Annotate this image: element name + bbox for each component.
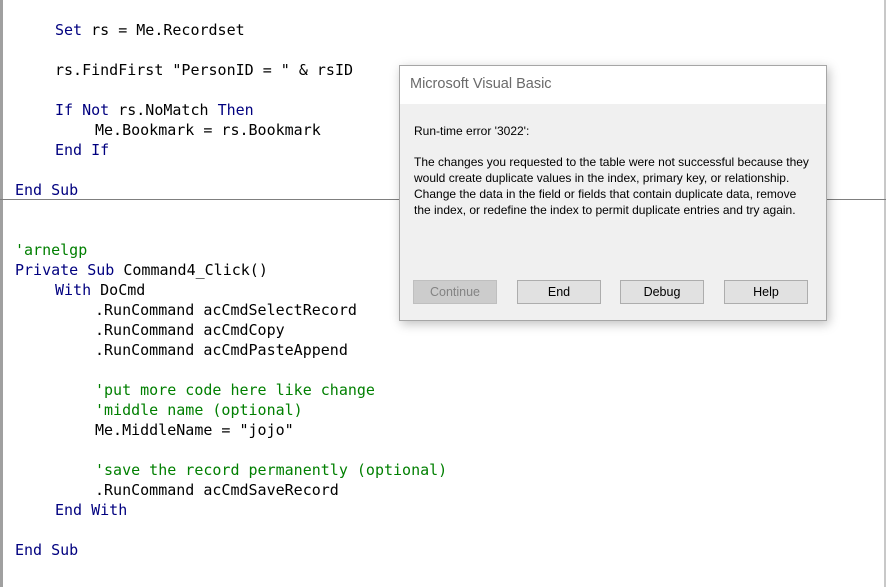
code-line-set-rs: Set rs = Me.Recordset [55,20,245,40]
code-text: DoCmd [91,281,146,299]
code-text: Me.MiddleName = "jojo" [95,421,294,439]
end-button[interactable]: End [517,280,601,304]
comment: 'middle name (optional) [95,401,303,419]
error-message: The changes you requested to the table w… [414,155,809,217]
code-line-if: If Not rs.NoMatch Then [55,100,254,120]
keyword: End With [55,501,128,519]
dialog-title: Microsoft Visual Basic [410,76,552,92]
code-line-end-with: End With [55,500,127,520]
runtime-error-dialog: Microsoft Visual Basic Run-time error '3… [399,65,827,321]
comment: 'save the record permanently (optional) [95,461,448,479]
keyword: End If [55,141,110,159]
code-text: rs = Me.Recordset [82,21,245,39]
code-line-comment-1: 'put more code here like change [95,380,375,400]
debug-button[interactable]: Debug [620,280,704,304]
code-line-comment-3: 'save the record permanently (optional) [95,460,447,480]
keyword: If [55,101,74,119]
code-line-run-save: .RunCommand acCmdSaveRecord [95,480,339,500]
code-line-with: With DoCmd [55,280,145,300]
comment: 'arnelgp [15,241,88,259]
keyword: Set [55,21,83,39]
code-line-run-paste: .RunCommand acCmdPasteAppend [95,340,348,360]
keyword: Then [217,101,254,119]
code-text: Me.Bookmark = rs.Bookmark [95,121,321,139]
code-text: rs.FindFirst "PersonID = " & rsID [55,61,354,79]
code-text: .RunCommand acCmdSaveRecord [95,481,339,499]
code-text: .RunCommand acCmdPasteAppend [95,341,348,359]
code-line-findfirst: rs.FindFirst "PersonID = " & rsID [55,60,353,80]
keyword: End Sub [15,541,79,559]
code-line-middlename: Me.MiddleName = "jojo" [95,420,294,440]
code-line-run-copy: .RunCommand acCmdCopy [95,320,285,340]
keyword: End Sub [15,181,79,199]
keyword: With [55,281,92,299]
keyword: Private Sub [15,261,115,279]
error-heading: Run-time error '3022': [414,124,530,138]
help-button[interactable]: Help [724,280,808,304]
code-line-bookmark: Me.Bookmark = rs.Bookmark [95,120,321,140]
keyword: Not [82,101,110,119]
comment: 'put more code here like change [95,381,375,399]
code-text: .RunCommand acCmdSelectRecord [95,301,357,319]
continue-button: Continue [413,280,497,304]
dialog-title-bar[interactable]: Microsoft Visual Basic [400,66,826,104]
code-text: .RunCommand acCmdCopy [95,321,285,339]
code-line-end-sub-2: End Sub [15,540,78,560]
code-line-sub-declaration: Private Sub Command4_Click() [15,260,268,280]
code-line-run-select: .RunCommand acCmdSelectRecord [95,300,357,320]
code-text: rs.NoMatch [109,101,218,119]
code-line-end-if: End If [55,140,109,160]
code-line-comment-author: 'arnelgp [15,240,87,260]
code-text: Command4_Click() [114,261,268,279]
code-line-comment-2: 'middle name (optional) [95,400,303,420]
code-line-end-sub: End Sub [15,180,78,200]
